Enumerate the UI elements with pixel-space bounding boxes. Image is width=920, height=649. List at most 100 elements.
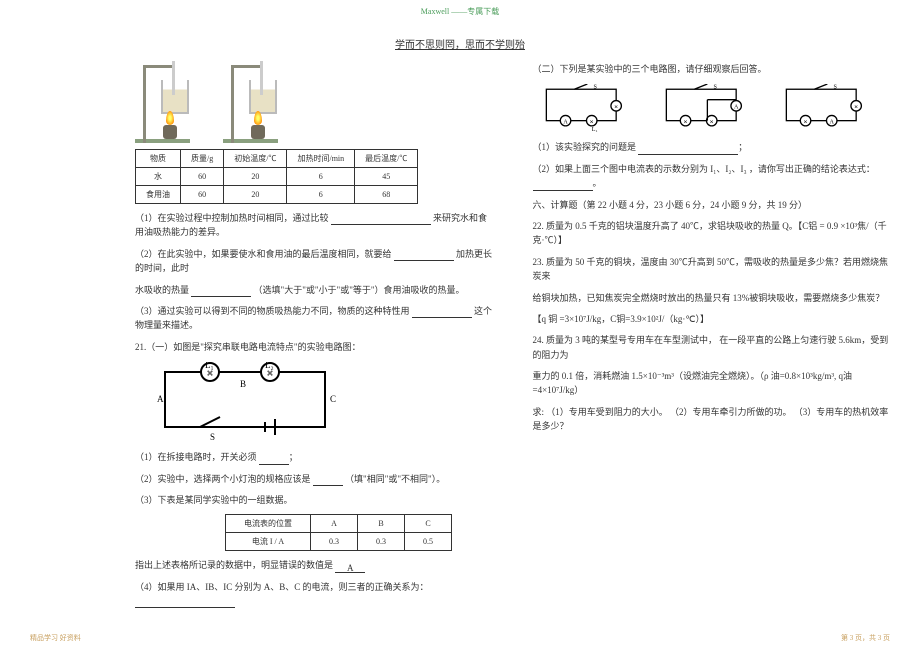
blank: A	[335, 561, 365, 573]
question-21: 21.（一）如图是"探究串联电路电流特点"的实验电路图：	[135, 340, 493, 354]
r-q2: （2）如果上面三个图中电流表的示数分别为 I₁、I₂、I₃ ，请你写出正确的结论…	[533, 162, 891, 191]
svg-text:✕: ✕	[803, 120, 807, 126]
footer-right: 第 3 页，共 3 页	[841, 633, 890, 643]
svg-text:✕: ✕	[267, 369, 274, 378]
text: （2）在此实验中，如果要使水和食用油的最后温度相同，就要给	[135, 249, 392, 259]
question-21-3: （3）下表是某同学实验中的一组数据。	[135, 493, 493, 507]
svg-text:✕: ✕	[613, 105, 617, 111]
text: 水吸收的热量	[135, 285, 189, 295]
question-21-4: （4）如果用 IA、IB、IC 分别为 A、B、C 的电流，则三者的正确关系为：	[135, 580, 493, 609]
th: 最后温度/℃	[355, 150, 418, 168]
question-21-1: （1）在拆接电路时，开关必须 ；	[135, 450, 493, 464]
td: 60	[181, 168, 224, 186]
question-2b: 水吸收的热量 （选填"大于"或"小于"或"等于"）食用油吸收的热量。	[135, 283, 493, 297]
th: 物质	[136, 150, 181, 168]
svg-text:✕: ✕	[683, 120, 687, 126]
td: 0.3	[311, 533, 358, 551]
text: （3）通过实验可以得到不同的物质吸热能力不同，物质的这种特性用	[135, 306, 410, 316]
r-q1: （1）该实验探究的问题是 ；	[533, 140, 891, 154]
question-21-3b: 指出上述表格所记录的数据中，明显错误的数值是 A	[135, 558, 493, 572]
text: I₁、I₂、I₃	[710, 164, 746, 174]
q22: 22. 质量为 0.5 千克的铝块温度升高了 40℃，求铝块吸收的热量 Q。【C…	[533, 219, 891, 248]
svg-text:L₁: L₁	[591, 128, 597, 134]
question-1: （1）在实验过程中控制加热时间相同，通过比较 来研究水和食用油吸热能力的差异。	[135, 211, 493, 240]
page-title: 学而不思则罔，思而不学则殆	[395, 36, 525, 51]
svg-text:✕: ✕	[709, 120, 713, 126]
table-row: 物质 质量/g 初始温度/℃ 加热时间/min 最后温度/℃	[136, 150, 418, 168]
blank	[259, 453, 289, 465]
left-column: 物质 质量/g 初始温度/℃ 加热时间/min 最后温度/℃ 水 60 20 6…	[0, 55, 511, 649]
text: （4）如果用 IA、IB、IC 分别为 A、B、C 的电流，则三者的正确关系为：	[135, 582, 429, 592]
apparatus-water	[135, 55, 205, 143]
td: A	[311, 515, 358, 533]
blank	[412, 306, 472, 318]
text: 指出上述表格所记录的数据中，明显错误的数值是	[135, 560, 333, 570]
td: 0.5	[405, 533, 452, 551]
q23b: 给铜块加热，已知焦炭完全燃烧时放出的热量只有 13%被铜块吸收，需要燃烧多少焦炭…	[533, 291, 891, 305]
svg-text:✕: ✕	[207, 369, 214, 378]
blank	[533, 179, 593, 191]
blank	[331, 213, 431, 225]
text: （1）该实验探究的问题是	[533, 142, 637, 152]
td: B	[358, 515, 405, 533]
text: （1）在拆接电路时，开关必须	[135, 452, 257, 462]
td: 60	[181, 186, 224, 204]
text: （1）在实验过程中控制加热时间相同，通过比较	[135, 213, 329, 223]
q24c: 求: （1）专用车受到阻力的大小。 （2）专用车牵引力所做的功。 （3）专用车的…	[533, 405, 891, 434]
svg-text:L₁: L₁	[205, 362, 214, 370]
table-row: 食用油 60 20 6 68	[136, 186, 418, 204]
table-row: 电流表的位置 A B C	[226, 515, 452, 533]
svg-text:A: A	[829, 120, 834, 126]
part2-title: （二）下列是某实验中的三个电路图，请仔细观察后回答。	[533, 62, 891, 76]
text: （2）如果上面三个图中电流表的示数分别为	[533, 164, 709, 174]
q24a: 24. 质量为 3 吨的某型号专用车在车型测试中， 在一段平直的公路上匀速行驶 …	[533, 333, 891, 362]
circuit-1: A ✕ L₁ S ✕	[533, 83, 633, 133]
td: 0.3	[358, 533, 405, 551]
watermark: Maxwell ——专属下载	[421, 6, 499, 17]
table-row: 电流 I / A 0.3 0.3 0.5	[226, 533, 452, 551]
td: 食用油	[136, 186, 181, 204]
svg-text:L₂: L₂	[265, 362, 274, 370]
question-2: （2）在此实验中，如果要使水和食用油的最后温度相同，就要给 加热更长的时间，此时	[135, 247, 493, 276]
circuit-2: ✕ ✕ S A	[653, 83, 753, 133]
svg-text:A: A	[733, 105, 738, 111]
section-6-title: 六、计算题（第 22 小题 4 分，23 小题 6 分，24 小题 9 分，共 …	[533, 198, 891, 212]
td: 电流 I / A	[226, 533, 311, 551]
data-table-1: 物质 质量/g 初始温度/℃ 加热时间/min 最后温度/℃ 水 60 20 6…	[135, 149, 418, 204]
apparatus-figure	[135, 55, 493, 143]
text: （2）实验中，选择两个小灯泡的规格应该是	[135, 474, 311, 484]
q23a: 23. 质量为 50 千克的铜块，温度由 30℃升高到 50℃，需吸收的热量是多…	[533, 255, 891, 284]
td: 45	[355, 168, 418, 186]
th: 质量/g	[181, 150, 224, 168]
td: 6	[287, 186, 355, 204]
svg-text:✕: ✕	[589, 120, 593, 126]
td: C	[405, 515, 452, 533]
blank	[394, 249, 454, 261]
question-3: （3）通过实验可以得到不同的物质吸热能力不同，物质的这种特性用 这个物理量来描述…	[135, 304, 493, 333]
td: 20	[224, 186, 287, 204]
blank	[313, 474, 343, 486]
circuit-row: A ✕ L₁ S ✕ ✕ ✕ S A	[533, 83, 891, 133]
right-column: （二）下列是某实验中的三个电路图，请仔细观察后回答。 A ✕ L₁ S ✕ ✕ …	[511, 55, 920, 649]
blank	[135, 596, 235, 608]
svg-text:A: A	[563, 120, 568, 126]
q23c: 【q 铜 =3×10⁷J/kg，C铜=3.9×10²J/（kg·℃）】	[533, 312, 891, 326]
data-table-2: 电流表的位置 A B C 电流 I / A 0.3 0.3 0.5	[225, 514, 452, 551]
circuit-diagram-series: ✕ ✕ L₁ L₂ B A C S	[155, 362, 355, 442]
th: 加热时间/min	[287, 150, 355, 168]
th: 初始温度/℃	[224, 150, 287, 168]
table-row: 水 60 20 6 45	[136, 168, 418, 186]
text: （选填"大于"或"小于"或"等于"）食用油吸收的热量。	[254, 285, 465, 295]
q24b: 重力的 0.1 倍，消耗燃油 1.5×10⁻³m³（设燃油完全燃烧）。（ρ 油=…	[533, 369, 891, 398]
blank	[191, 285, 251, 297]
td: 6	[287, 168, 355, 186]
td: 68	[355, 186, 418, 204]
td: 20	[224, 168, 287, 186]
apparatus-oil	[223, 55, 293, 143]
svg-text:B: B	[240, 379, 246, 389]
text: ，请你写出正确的结论表达式：	[749, 164, 875, 174]
td: 电流表的位置	[226, 515, 311, 533]
footer-left: 精品学习 好资料	[30, 633, 81, 643]
svg-text:✕: ✕	[853, 105, 857, 111]
blank	[638, 143, 738, 155]
